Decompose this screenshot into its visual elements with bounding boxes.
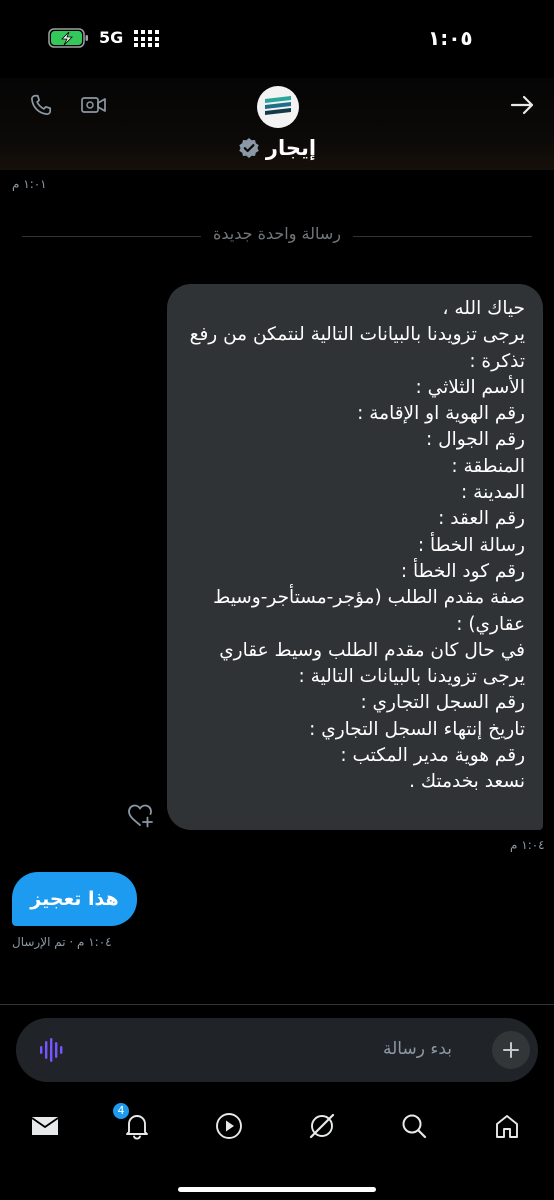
composer-divider: [0, 1004, 554, 1005]
clock: ١:٠٥: [428, 26, 473, 50]
tab-messages[interactable]: [29, 1110, 61, 1142]
add-media-button[interactable]: [492, 1031, 530, 1069]
voice-message-button[interactable]: [36, 1036, 68, 1064]
home-indicator[interactable]: [178, 1187, 376, 1192]
video-camera-icon: [81, 97, 106, 113]
battery-icon: [48, 28, 90, 48]
ejar-logo-icon: [265, 96, 291, 115]
add-reaction-button[interactable]: [126, 802, 156, 830]
outgoing-message-text: هذا تعجيز: [30, 888, 119, 910]
earlier-message-time: ١:٠١ م: [12, 177, 47, 191]
message-composer[interactable]: بدء رسالة: [16, 1018, 538, 1082]
divider-label: رسالة واحدة جديدة: [201, 224, 353, 243]
conversation-header: إيجار: [0, 78, 554, 170]
outgoing-message-bubble[interactable]: هذا تعجيز: [12, 872, 137, 926]
video-call-button[interactable]: [78, 90, 110, 120]
bell-icon: [126, 1115, 148, 1140]
back-button[interactable]: [506, 90, 540, 120]
tab-search[interactable]: [398, 1110, 430, 1142]
outgoing-message-status: ١:٠٤ م · تم الإرسال: [12, 935, 112, 949]
status-bar: 5G ١:٠٥: [0, 0, 554, 78]
conversation-title[interactable]: إيجار: [266, 136, 316, 160]
home-icon: [496, 1115, 518, 1138]
avatar[interactable]: [257, 86, 299, 128]
incoming-message-bubble[interactable]: حياك الله ، يرجى تزويدنا بالبيانات التال…: [167, 284, 543, 830]
verified-badge-icon: [238, 137, 260, 159]
grok-icon: [309, 1113, 335, 1139]
tab-home[interactable]: [491, 1110, 523, 1142]
message-input[interactable]: بدء رسالة: [383, 1039, 452, 1059]
tab-videos[interactable]: [213, 1110, 245, 1142]
tab-grok[interactable]: [306, 1110, 338, 1142]
bottom-tab-bar: [0, 1096, 554, 1200]
incoming-message-time: ١:٠٤ م: [510, 838, 545, 852]
plus-icon: [503, 1042, 519, 1058]
audio-waveform-icon: [40, 1038, 63, 1062]
arrow-right-icon: [510, 95, 534, 115]
phone-icon: [31, 94, 52, 115]
network-type: 5G: [99, 28, 124, 47]
search-icon: [402, 1114, 427, 1139]
incoming-message-text: حياك الله ، يرجى تزويدنا بالبيانات التال…: [189, 298, 525, 793]
signal-icon: [132, 28, 162, 48]
envelope-icon: [31, 1117, 59, 1135]
play-circle-icon: [216, 1113, 242, 1139]
heart-plus-icon: [128, 804, 153, 828]
call-button[interactable]: [26, 90, 56, 120]
notifications-badge: 4: [113, 1103, 129, 1119]
